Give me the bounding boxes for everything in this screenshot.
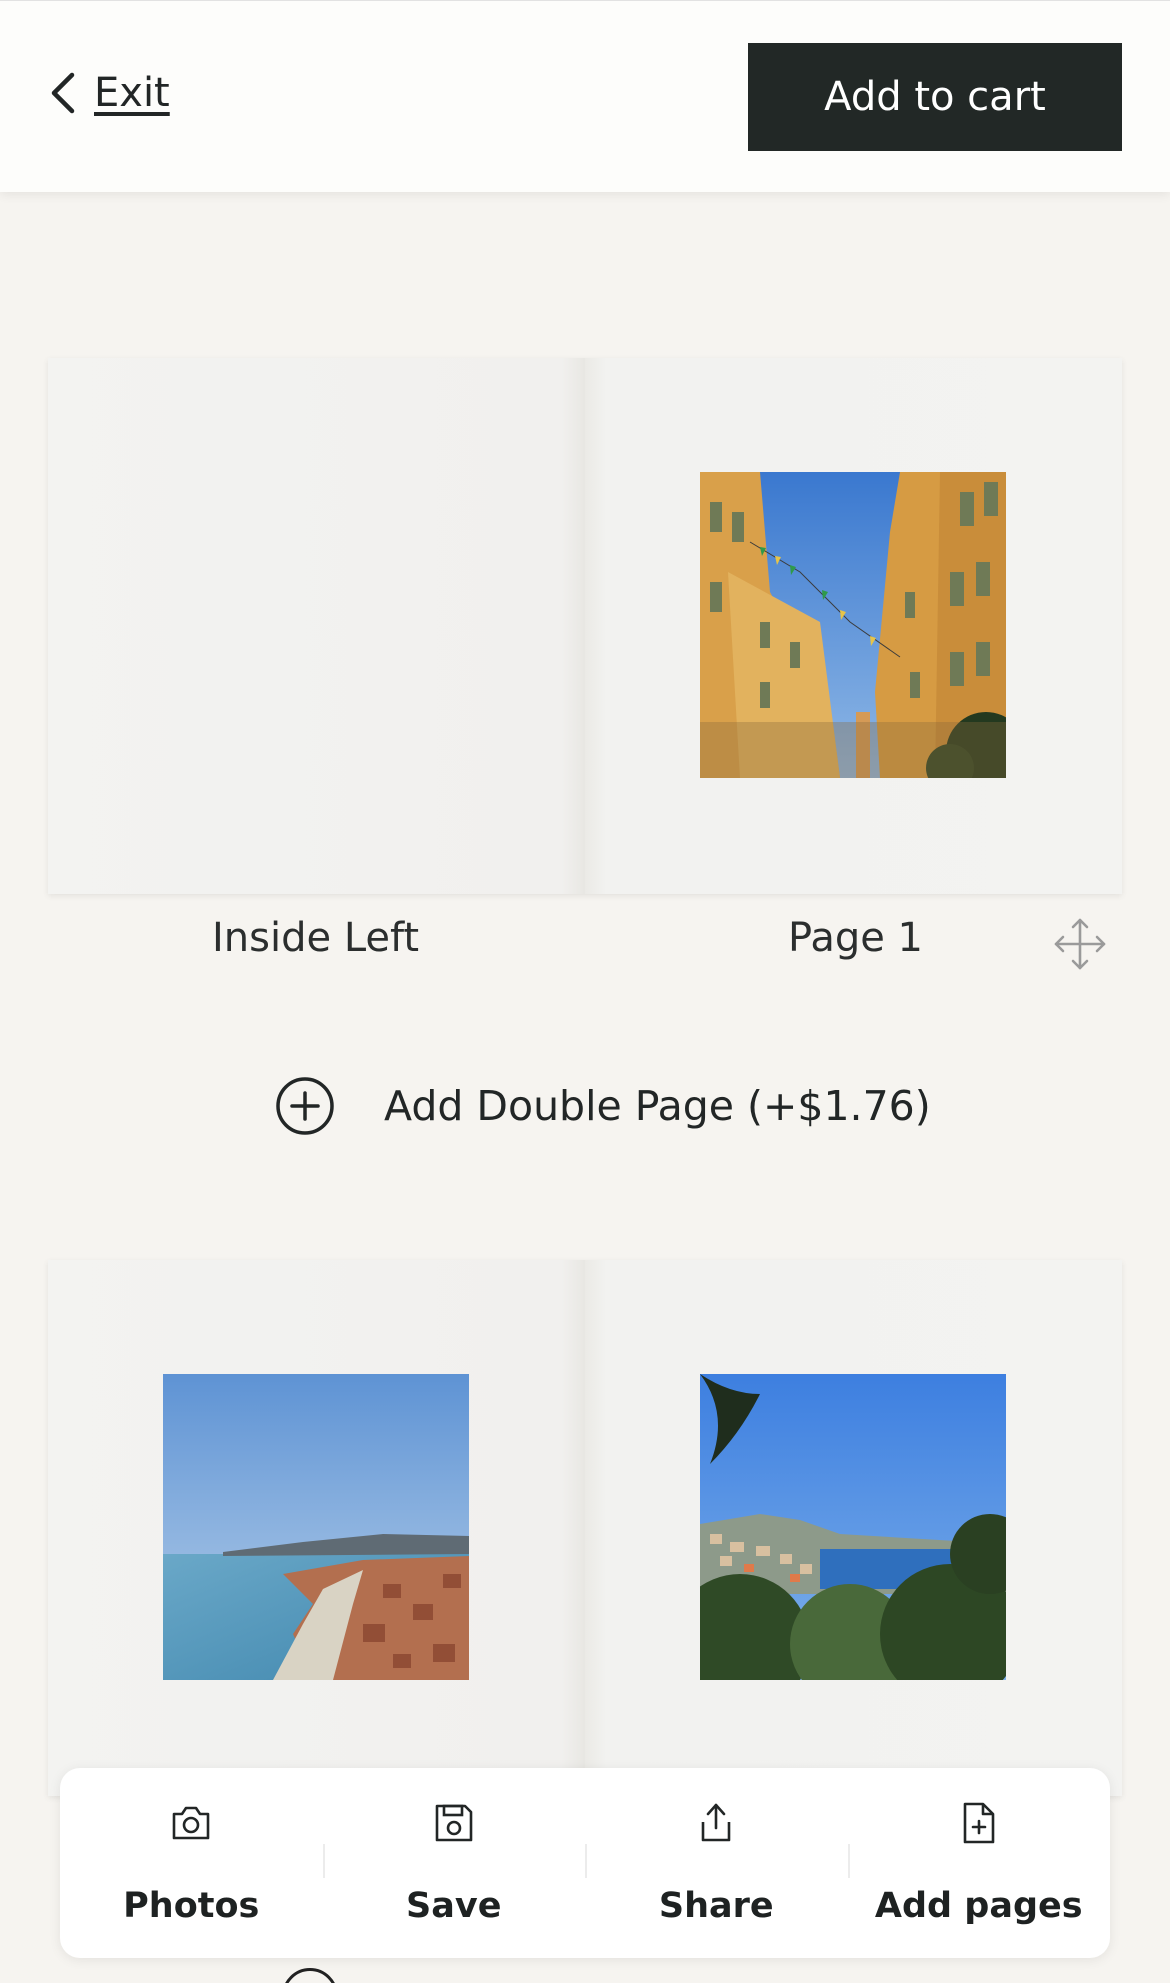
coastline-photo-image — [163, 1374, 469, 1680]
toolbar-divider — [847, 1844, 850, 1878]
inside-left-page[interactable] — [48, 358, 585, 894]
harbour-photo-image — [700, 1374, 1006, 1680]
harbour-hillside-trees-photo[interactable] — [700, 1374, 1006, 1680]
plus-circle-icon — [276, 1077, 334, 1135]
share-button[interactable]: Share — [585, 1768, 848, 1958]
exit-link[interactable]: Exit — [48, 65, 170, 121]
top-bar: Exit Add to cart — [0, 0, 1170, 192]
yellow-buildings-street-bunting-photo[interactable] — [700, 472, 1006, 778]
inside-left-label: Inside Left — [212, 915, 420, 961]
page-3[interactable] — [585, 1260, 1122, 1796]
page-1-label: Page 1 — [788, 915, 923, 961]
bottom-toolbar: Photos Save Share Add pages — [60, 1768, 1110, 1958]
add-pages-label: Add pages — [874, 1886, 1083, 1926]
save-button[interactable]: Save — [322, 1768, 586, 1958]
street-photo-image — [700, 472, 1006, 778]
spread-pages-2-3 — [48, 1260, 1122, 1796]
camera-icon — [172, 1806, 210, 1840]
share-label: Share — [658, 1886, 774, 1926]
photos-button[interactable]: Photos — [60, 1768, 323, 1958]
photos-label: Photos — [123, 1886, 260, 1926]
save-label: Save — [406, 1886, 502, 1926]
photo-book-editor: Exit Add to cart Inside Left Page 1 Add … — [0, 0, 1170, 1983]
add-to-cart-button[interactable]: Add to cart — [748, 43, 1122, 151]
page-2[interactable] — [48, 1260, 585, 1796]
share-icon — [701, 1803, 731, 1842]
toolbar-divider — [585, 1844, 587, 1878]
coastline-aerial-city-beach-photo[interactable] — [163, 1374, 469, 1680]
add-double-page-button[interactable]: Add Double Page (+$1.76) — [274, 1072, 931, 1140]
chevron-left-icon — [51, 72, 75, 114]
page-1[interactable] — [585, 358, 1122, 894]
exit-label: Exit — [94, 70, 170, 116]
partial-circle-icon — [282, 1968, 338, 1983]
add-pages-button[interactable]: Add pages — [847, 1768, 1111, 1958]
add-double-page-label: Add Double Page (+$1.76) — [384, 1082, 931, 1130]
floppy-disk-icon — [435, 1804, 473, 1842]
spread-inside-left-page-1 — [48, 358, 1122, 894]
add-file-icon — [963, 1802, 995, 1844]
toolbar-divider — [322, 1844, 325, 1878]
move-arrows-icon[interactable] — [1050, 914, 1110, 974]
